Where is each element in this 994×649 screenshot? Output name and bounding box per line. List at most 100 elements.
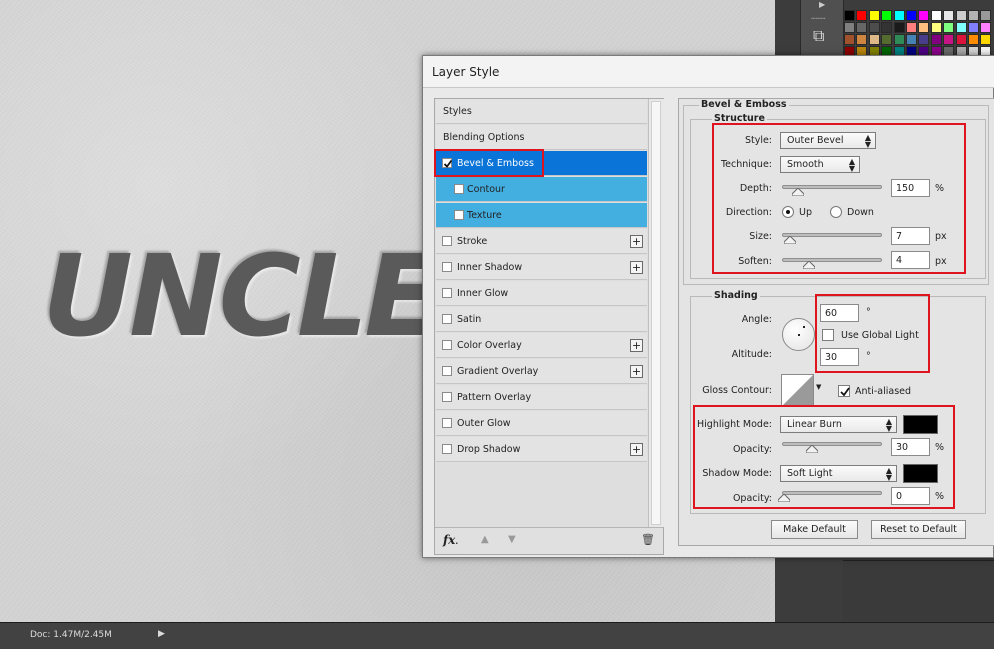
color-swatch[interactable] [844,10,855,21]
color-swatch[interactable] [918,10,930,21]
anti-aliased-checkbox[interactable] [838,385,850,397]
list-item-label: Stroke [457,236,488,247]
list-item-blending-options[interactable]: Blending Options [436,125,647,150]
color-swatch[interactable] [943,34,955,45]
color-swatch[interactable] [980,10,992,21]
color-swatch[interactable] [955,22,967,33]
color-swatch[interactable] [968,34,979,45]
angle-dial[interactable] [782,318,815,351]
color-swatch[interactable] [943,10,955,21]
color-swatch[interactable] [955,10,967,21]
color-swatch[interactable] [930,22,942,33]
highlight-box-structure [712,123,966,274]
add-inner-shadow-icon[interactable]: + [630,261,643,274]
list-scrollbar-thumb[interactable] [651,101,661,525]
list-item-pattern-overlay[interactable]: Pattern Overlay [436,385,647,410]
color-swatch[interactable] [893,22,905,33]
move-up-icon[interactable]: ▲ [481,534,489,545]
shading-heading: Shading [712,290,760,301]
color-swatch[interactable] [906,10,917,21]
list-item-inner-shadow[interactable]: Inner Shadow + [436,255,647,280]
color-swatch[interactable] [868,10,880,21]
color-swatch[interactable] [980,22,992,33]
fx-icon[interactable]: fx. [443,533,458,547]
path-icon[interactable]: ⧉ [813,26,824,46]
color-swatch[interactable] [968,22,979,33]
layer-style-dialog: Layer Style Styles Blending Options Beve… [422,55,994,558]
move-down-icon[interactable]: ▼ [508,534,516,545]
inner-shadow-checkbox[interactable] [442,262,452,272]
inner-glow-checkbox[interactable] [442,288,452,298]
gloss-contour-dropdown-icon[interactable]: ▼ [816,383,821,391]
list-item-label: Gradient Overlay [457,366,539,377]
color-swatch[interactable] [856,34,868,45]
list-scrollbar[interactable] [648,99,664,527]
add-color-overlay-icon[interactable]: + [630,339,643,352]
canvas-artwork-text: UNCLE [42,232,441,362]
swatches-panel[interactable] [844,10,994,58]
list-item-contour[interactable]: Contour [436,177,647,202]
make-default-button[interactable]: Make Default [771,520,858,539]
status-bar [0,622,994,649]
drop-shadow-checkbox[interactable] [442,444,452,454]
color-swatch[interactable] [943,22,955,33]
color-swatch[interactable] [918,34,930,45]
reset-to-default-button[interactable]: Reset to Default [871,520,966,539]
color-swatch[interactable] [893,34,905,45]
texture-checkbox[interactable] [454,210,464,220]
color-swatch[interactable] [893,10,905,21]
pattern-overlay-checkbox[interactable] [442,392,452,402]
checkmark-icon [840,387,850,397]
trash-icon[interactable]: 🗑 [641,533,655,546]
color-swatch[interactable] [906,22,917,33]
color-swatch[interactable] [844,34,855,45]
color-swatch[interactable] [881,34,893,45]
color-swatch[interactable] [980,34,992,45]
list-item-drop-shadow[interactable]: Drop Shadow + [436,437,647,462]
list-item-label: Inner Glow [457,288,509,299]
highlight-box-bevel-emboss [434,149,544,177]
add-drop-shadow-icon[interactable]: + [630,443,643,456]
list-item-outer-glow[interactable]: Outer Glow [436,411,647,436]
color-swatch[interactable] [968,10,979,21]
color-swatch[interactable] [955,34,967,45]
angle-label: Angle: [741,314,772,325]
list-item-texture[interactable]: Texture [436,203,647,228]
dialog-title-bar[interactable]: Layer Style [423,56,994,88]
list-item-inner-glow[interactable]: Inner Glow [436,281,647,306]
status-menu-arrow-icon[interactable]: ▶ [158,629,165,639]
color-swatch[interactable] [856,10,868,21]
color-swatch[interactable] [844,22,855,33]
stroke-checkbox[interactable] [442,236,452,246]
color-swatch[interactable] [930,10,942,21]
list-item-color-overlay[interactable]: Color Overlay + [436,333,647,358]
outer-glow-checkbox[interactable] [442,418,452,428]
gloss-contour-preview[interactable] [781,374,814,407]
list-item-gradient-overlay[interactable]: Gradient Overlay + [436,359,647,384]
add-stroke-icon[interactable]: + [630,235,643,248]
highlight-box-angle [815,294,930,373]
satin-checkbox[interactable] [442,314,452,324]
color-swatch[interactable] [918,22,930,33]
color-swatch[interactable] [868,22,880,33]
color-swatch[interactable] [881,22,893,33]
list-item-label: Inner Shadow [457,262,523,273]
color-overlay-checkbox[interactable] [442,340,452,350]
play-icon[interactable]: ▶ [819,0,825,9]
dialog-title: Layer Style [432,65,500,79]
gradient-overlay-checkbox[interactable] [442,366,452,376]
list-item-stroke[interactable]: Stroke + [436,229,647,254]
color-swatch[interactable] [930,34,942,45]
highlight-box-modes [693,405,955,509]
list-item-satin[interactable]: Satin [436,307,647,332]
doc-size-info: Doc: 1.47M/2.45M [30,630,112,640]
layers-panel-strip [843,560,994,622]
contour-checkbox[interactable] [454,184,464,194]
color-swatch[interactable] [881,10,893,21]
list-item-styles[interactable]: Styles [436,99,647,124]
color-swatch[interactable] [906,34,917,45]
color-swatch[interactable] [868,34,880,45]
color-swatch[interactable] [856,22,868,33]
list-item-label: Blending Options [443,132,525,143]
add-gradient-overlay-icon[interactable]: + [630,365,643,378]
